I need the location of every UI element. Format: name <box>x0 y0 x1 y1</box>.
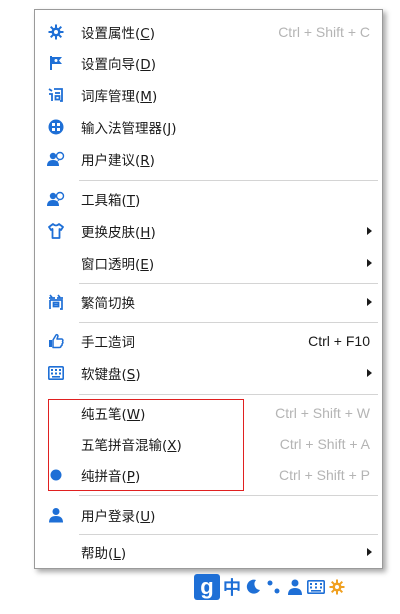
keyboard-icon <box>45 362 67 384</box>
jian-char-icon <box>45 291 67 313</box>
menu-label: 用户建议 <box>81 153 135 169</box>
submenu-arrow-icon <box>367 259 372 267</box>
menu-label: 五笔拼音混输 <box>81 438 162 454</box>
menu-item-transparency[interactable]: 窗口透明(E) <box>35 248 382 278</box>
menu-label: 设置属性 <box>81 26 135 42</box>
menu-mnemonic: R <box>140 153 150 169</box>
menu-label: 窗口透明 <box>81 257 135 273</box>
menu-shortcut: Ctrl + Shift + P <box>278 467 370 483</box>
menu-shortcut: Ctrl + Shift + C <box>278 24 370 40</box>
menu-item-pure-wubi[interactable]: 纯五笔(W) Ctrl + Shift + W <box>35 398 382 428</box>
hand-point-icon <box>45 330 67 352</box>
input-mode-toggle[interactable]: 中 <box>223 574 241 600</box>
context-menu: 设置属性(C) Ctrl + Shift + C 设置向导(D) 词库管理(M)… <box>34 9 383 569</box>
menu-mnemonic: P <box>126 469 135 485</box>
submenu-arrow-icon <box>367 548 372 556</box>
user-icon[interactable] <box>286 577 304 597</box>
menu-label: 手工造词 <box>81 335 135 351</box>
menu-mnemonic: L <box>113 546 121 562</box>
menu-mnemonic: H <box>140 225 151 241</box>
user-chat-icon <box>45 148 67 170</box>
menu-mnemonic: J <box>167 121 172 137</box>
menu-item-feedback[interactable]: 用户建议(R) <box>35 144 382 174</box>
menu-separator <box>79 322 378 323</box>
user-icon <box>45 504 67 526</box>
menu-label: 帮助 <box>81 546 108 562</box>
menu-label: 设置向导 <box>81 57 135 73</box>
submenu-arrow-icon <box>367 227 372 235</box>
menu-mnemonic: W <box>126 407 141 423</box>
menu-label: 纯拼音 <box>81 469 122 485</box>
sogou-logo-icon[interactable]: g <box>194 574 220 600</box>
menu-separator <box>79 394 378 395</box>
user-chat-icon <box>45 188 67 210</box>
menu-item-manual-word[interactable]: 手工造词 Ctrl + F10 <box>35 326 382 356</box>
menu-item-soft-keyboard[interactable]: 软键盘(S) <box>35 358 382 388</box>
menu-separator <box>79 283 378 284</box>
menu-label: 繁简切换 <box>81 296 135 312</box>
punctuation-icon[interactable] <box>265 577 283 597</box>
ci-char-icon <box>45 84 67 106</box>
keyboard-icon[interactable] <box>307 577 325 597</box>
moon-icon[interactable] <box>244 577 262 597</box>
menu-label: 更换皮肤 <box>81 225 135 241</box>
submenu-arrow-icon <box>367 369 372 377</box>
menu-item-wubi-pinyin-mix[interactable]: 五笔拼音混输(X) Ctrl + Shift + A <box>35 429 382 459</box>
gear-icon[interactable] <box>328 577 346 597</box>
menu-item-pure-pinyin[interactable]: 纯拼音(P) Ctrl + Shift + P <box>35 460 382 490</box>
menu-label: 工具箱 <box>81 193 122 209</box>
menu-label: 词库管理 <box>81 89 135 105</box>
menu-shortcut: Ctrl + Shift + W <box>275 405 370 421</box>
menu-label: 软键盘 <box>81 367 122 383</box>
menu-shortcut: Ctrl + F10 <box>308 333 370 349</box>
menu-mnemonic: M <box>140 89 152 105</box>
shirt-icon <box>45 220 67 242</box>
menu-item-login[interactable]: 用户登录(U) <box>35 500 382 530</box>
flag-icon <box>45 52 67 74</box>
menu-shortcut: Ctrl + Shift + A <box>279 436 370 452</box>
menu-mnemonic: U <box>140 509 151 525</box>
menu-mnemonic: T <box>126 193 136 209</box>
menu-separator <box>79 180 378 181</box>
menu-item-settings[interactable]: 设置属性(C) Ctrl + Shift + C <box>35 17 382 47</box>
menu-separator <box>79 495 378 496</box>
menu-mnemonic: D <box>140 57 151 73</box>
menu-mnemonic: X <box>167 438 177 454</box>
menu-mnemonic: S <box>126 367 136 383</box>
menu-label: 纯五笔 <box>81 407 122 423</box>
gear-icon <box>45 21 67 43</box>
menu-label: 用户登录 <box>81 509 135 525</box>
ime-status-bar: g 中 <box>194 573 346 601</box>
menu-label: 输入法管理器 <box>81 121 162 137</box>
submenu-arrow-icon <box>367 298 372 306</box>
menu-separator <box>79 534 378 535</box>
menu-item-dictionary[interactable]: 词库管理(M) <box>35 80 382 110</box>
menu-mnemonic: E <box>140 257 149 273</box>
menu-item-toolbox[interactable]: 工具箱(T) <box>35 184 382 214</box>
menu-item-ime-manager[interactable]: 输入法管理器(J) <box>35 112 382 142</box>
menu-item-help[interactable]: 帮助(L) <box>35 537 382 567</box>
menu-item-skin[interactable]: 更换皮肤(H) <box>35 216 382 246</box>
grid-circle-icon <box>45 116 67 138</box>
menu-item-trad-simp[interactable]: 繁简切换 <box>35 287 382 317</box>
selected-dot-icon <box>45 464 67 486</box>
menu-item-wizard[interactable]: 设置向导(D) <box>35 48 382 78</box>
menu-mnemonic: C <box>140 26 150 42</box>
